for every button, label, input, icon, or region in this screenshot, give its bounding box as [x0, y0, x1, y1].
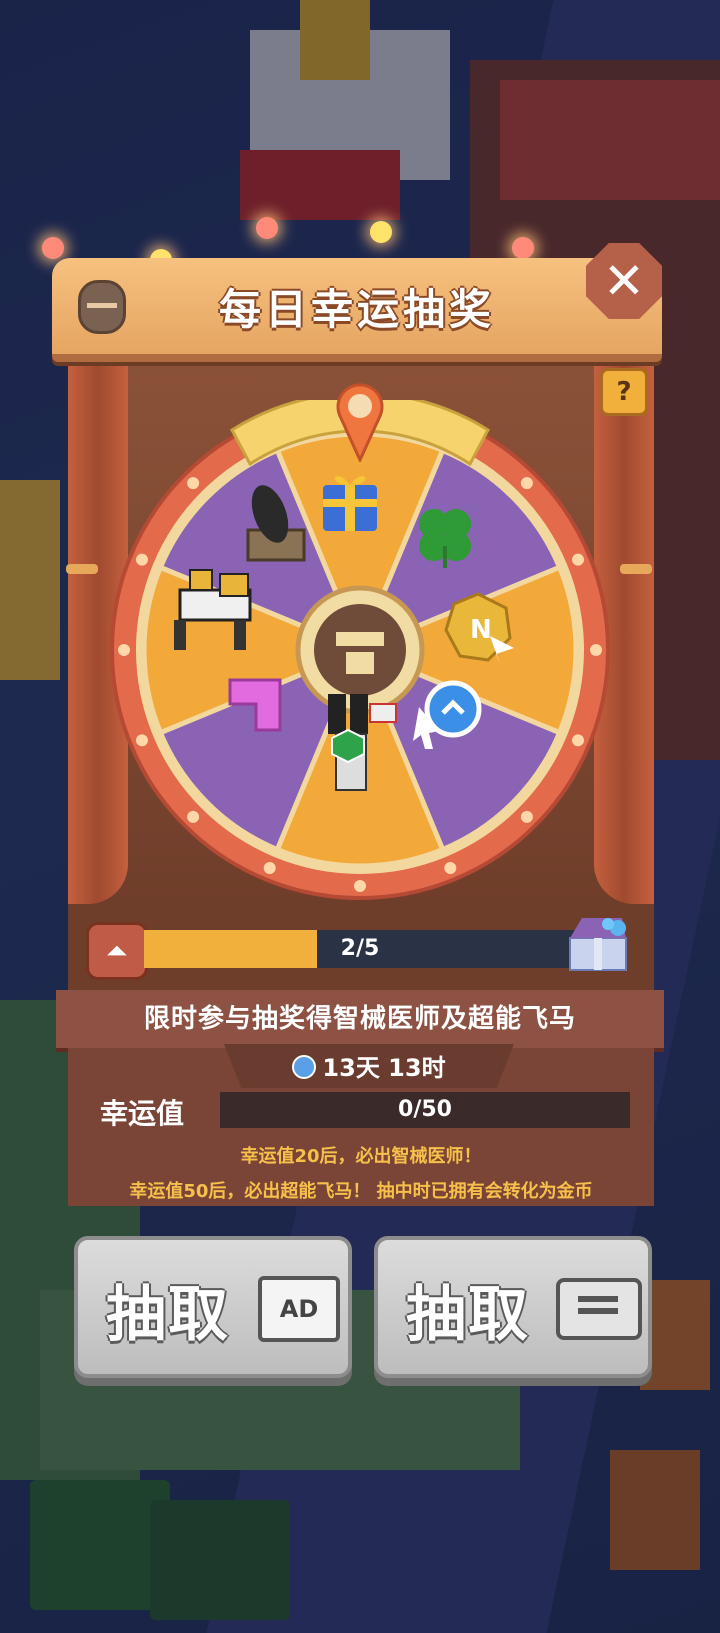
clock-icon [292, 1055, 317, 1079]
event-timer: 13天 13时 [224, 1048, 514, 1083]
wheel-light-dot [520, 477, 533, 490]
luck-value: 0/50 [398, 1097, 452, 1122]
help-icon: ? [616, 377, 632, 407]
gift-box-icon [315, 465, 385, 535]
progress-text: 2/5 [340, 936, 380, 961]
title-bar: 每日幸运抽奖 [52, 258, 662, 362]
chevron-up-icon: ⏶ [86, 922, 148, 980]
ticket-icon [556, 1278, 642, 1340]
luck-label: 幸运值 [100, 1097, 185, 1130]
wheel-light-dot [187, 810, 200, 823]
gold-coin-icon: N [440, 590, 516, 666]
draw-ad-label: 抽取 [106, 1280, 230, 1350]
wheel-light-dot [520, 810, 533, 823]
wheel-light-dot [118, 644, 130, 656]
promo-text: 限时参与抽奖得智械医师及超能飞马 [143, 1004, 576, 1034]
luck-hint-1: 幸运值20后，必出智械医师！ [240, 1146, 482, 1167]
wheel-light-dot [572, 553, 585, 566]
timer-text: 13天 13时 [322, 1054, 446, 1082]
draw-ticket-label: 抽取 [406, 1280, 530, 1350]
wheel-light-dot [187, 477, 200, 490]
close-icon: ✕ [603, 252, 645, 310]
wheel-light-dot [444, 862, 457, 875]
wheel-pointer-icon [334, 382, 386, 464]
curtain-tie-right [620, 564, 652, 574]
wheel-light-dot [263, 862, 276, 875]
pink-block-icon [220, 670, 290, 740]
draw-ticket-button[interactable]: 抽取 [374, 1236, 652, 1378]
curtain-tie-left [66, 564, 98, 574]
ad-video-icon: AD [258, 1276, 340, 1342]
cannon-icon [240, 480, 320, 570]
close-button[interactable]: ✕ [586, 243, 662, 319]
prize-wheel[interactable]: N [110, 400, 610, 900]
draw-ad-button[interactable]: 抽取 AD [74, 1236, 352, 1378]
wheel-light-dot [135, 553, 148, 566]
speed-boost-icon [405, 675, 485, 755]
treasure-chest-icon[interactable] [564, 912, 634, 974]
ad-badge: AD [279, 1295, 319, 1323]
luck-hint-2: 幸运值50后，必出超能飞马！ 抽中时已拥有会转化为金币 [129, 1181, 593, 1202]
robot-doctor-icon [310, 690, 400, 800]
mecha-horse-icon [160, 560, 270, 660]
wheel-light-dot [135, 734, 148, 747]
popup-title: 每日幸运抽奖 [218, 285, 495, 334]
wheel-light-dot [354, 880, 366, 892]
four-leaf-clover-icon [410, 500, 480, 570]
svg-text:N: N [470, 615, 492, 645]
wheel-light-dot [590, 644, 602, 656]
wheel-light-dot [572, 734, 585, 747]
